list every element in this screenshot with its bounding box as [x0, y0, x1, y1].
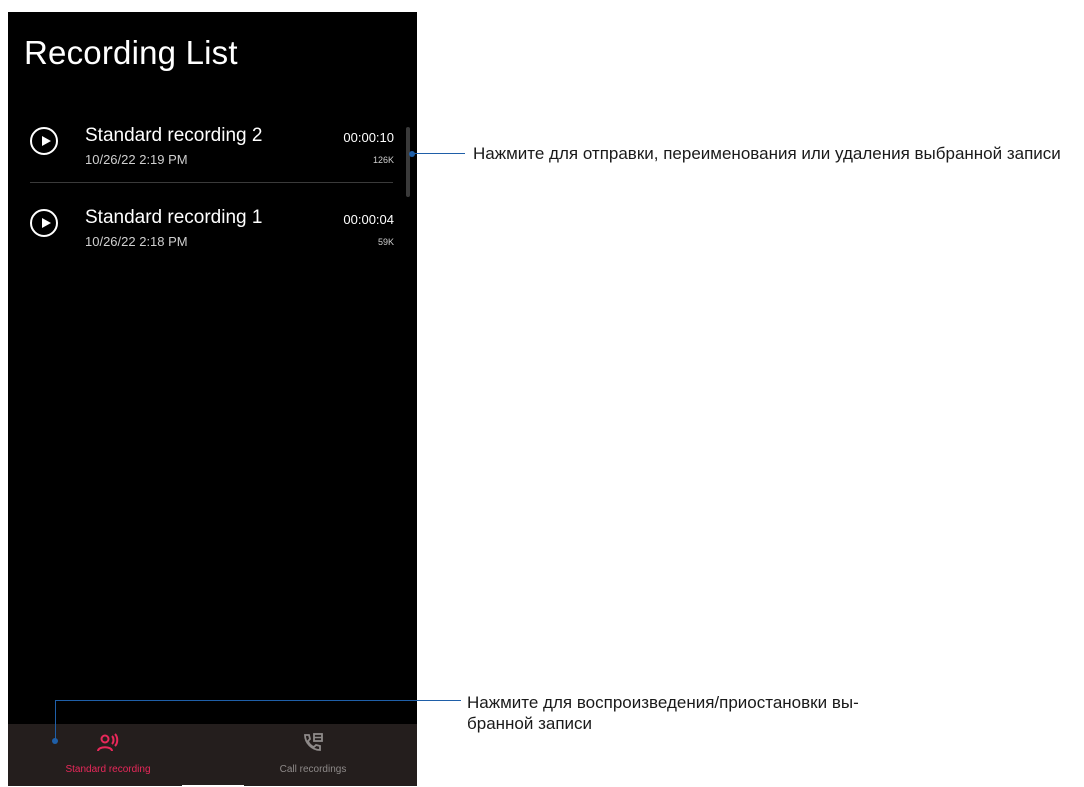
- recording-duration: 00:00:10: [343, 130, 394, 145]
- phone-call-icon: [304, 733, 323, 751]
- recording-item[interactable]: Standard recording 1 10/26/22 2:18 PM 00…: [8, 204, 417, 274]
- callout-text-line: бранной записи: [467, 714, 593, 733]
- callout-text-line: Нажмите для воспроизведения/приостановки…: [467, 693, 859, 712]
- play-icon[interactable]: [30, 127, 58, 155]
- callout-text-line: Нажмите для отправки, переименования или…: [473, 144, 1061, 163]
- microphone-person-icon: [97, 733, 119, 752]
- recording-date: 10/26/22 2:19 PM: [85, 152, 188, 167]
- recording-size: 126K: [372, 155, 394, 165]
- callout-text-options: Нажмите для отправки, переименования или…: [473, 143, 1078, 164]
- tab-label: Call recordings: [279, 764, 347, 775]
- scrollbar[interactable]: [406, 127, 410, 197]
- home-indicator[interactable]: [182, 785, 244, 786]
- callout-dot: [409, 151, 415, 157]
- callout-line: [55, 700, 461, 701]
- recording-duration: 00:00:04: [343, 212, 394, 227]
- play-icon[interactable]: [30, 209, 58, 237]
- tab-call-recordings[interactable]: Call recordings: [213, 724, 413, 786]
- tab-label: Standard recording: [65, 764, 151, 775]
- recording-name: Standard recording 2: [85, 125, 263, 146]
- bottom-nav: Standard recording Call recordings: [8, 724, 417, 786]
- phone-screen: Recording List Standard recording 2 10/2…: [8, 12, 417, 786]
- callout-text-play: Нажмите для воспроизведения/приостановки…: [467, 692, 987, 734]
- callout-line: [413, 153, 465, 154]
- recording-date: 10/26/22 2:18 PM: [85, 234, 188, 249]
- page-title: Recording List: [24, 34, 238, 71]
- tab-standard-recording[interactable]: Standard recording: [8, 724, 208, 786]
- callout-line: [55, 700, 56, 740]
- list-divider: [30, 182, 393, 183]
- recording-name: Standard recording 1: [85, 207, 263, 228]
- recording-size: 59K: [377, 237, 394, 247]
